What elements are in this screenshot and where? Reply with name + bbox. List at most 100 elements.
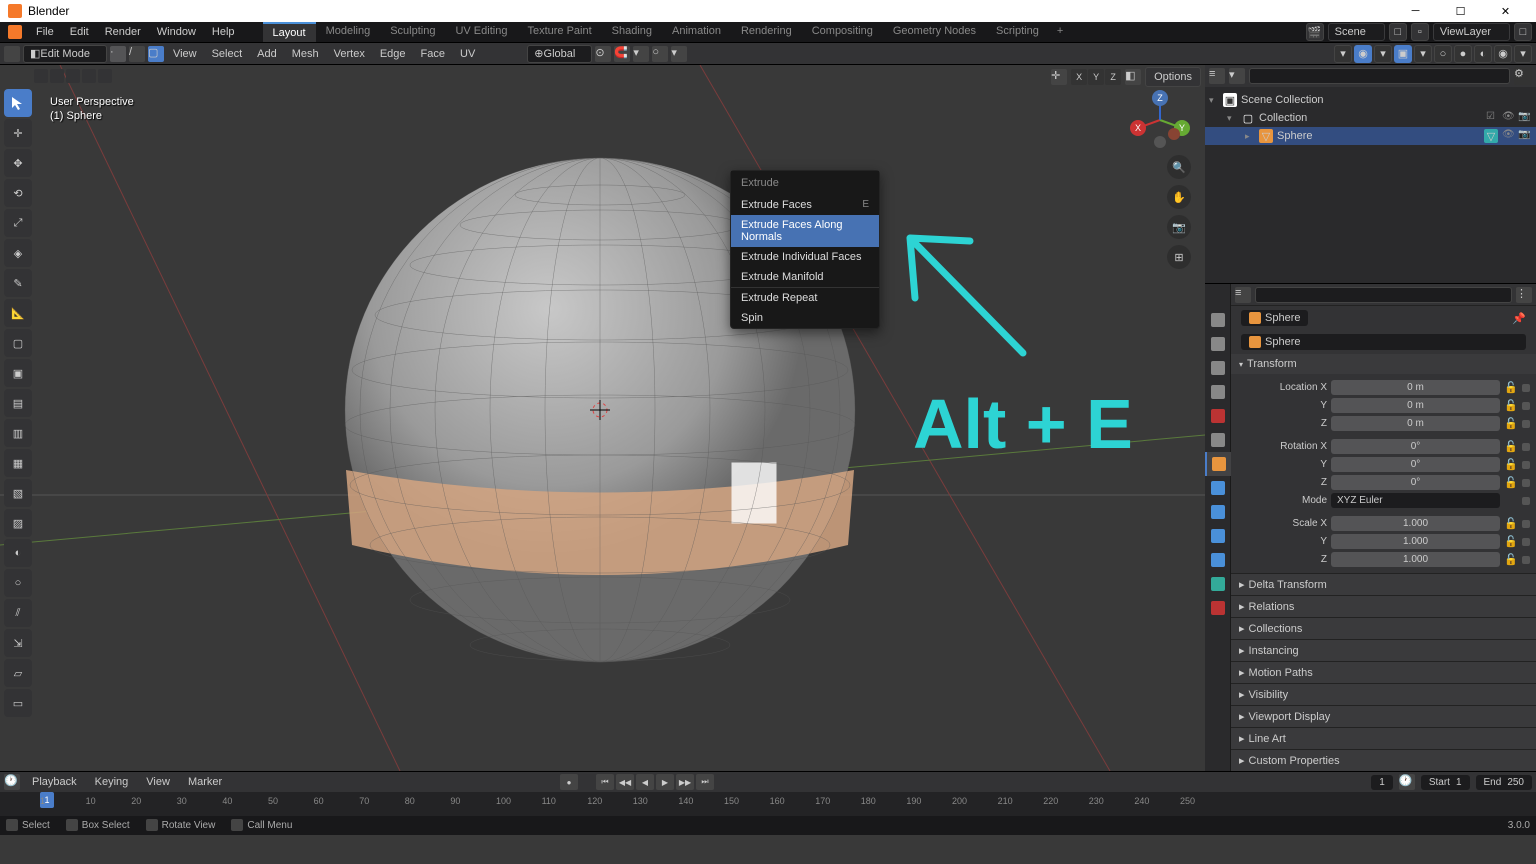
lock-icon[interactable]: 🔓 (1504, 553, 1518, 567)
workspace-sculpting[interactable]: Sculpting (380, 22, 445, 42)
workspace-geometry-nodes[interactable]: Geometry Nodes (883, 22, 986, 42)
keyframe-dot[interactable] (1522, 420, 1530, 428)
panel-line-art[interactable]: ▸Line Art (1231, 727, 1536, 749)
viewlayer-name-field[interactable]: ViewLayer (1433, 23, 1510, 41)
vertex-menu[interactable]: Vertex (328, 46, 371, 62)
panel-delta-transform[interactable]: ▸Delta Transform (1231, 573, 1536, 595)
shrink-tool[interactable]: ⇲ (4, 629, 32, 657)
play-icon[interactable]: ▶ (656, 774, 674, 790)
tab-render[interactable] (1205, 308, 1231, 332)
workspace-scripting[interactable]: Scripting (986, 22, 1049, 42)
autokey-toggle[interactable]: ● (560, 774, 578, 790)
wireframe-shading[interactable]: ○ (1434, 45, 1452, 63)
material-shading[interactable]: ◐ (1474, 45, 1492, 63)
location-x-field[interactable]: 0 m (1331, 380, 1500, 395)
tab-world[interactable] (1205, 404, 1231, 428)
scene-browse-icon[interactable]: 🎬 (1306, 23, 1324, 41)
tab-collection[interactable] (1205, 428, 1231, 452)
scale-x-field[interactable]: 1.000 (1331, 516, 1500, 531)
add-menu[interactable]: Add (251, 46, 283, 62)
show-overlays-toggle[interactable]: ◉ (1354, 45, 1372, 63)
mode-dropdown[interactable]: ◧ Edit Mode (23, 45, 107, 63)
camera-icon[interactable]: 📷 (1167, 215, 1191, 239)
pin-icon[interactable]: 📌 (1506, 308, 1532, 329)
tab-physics[interactable] (1205, 524, 1231, 548)
panel-visibility[interactable]: ▸Visibility (1231, 683, 1536, 705)
workspace-rendering[interactable]: Rendering (731, 22, 802, 42)
camera-icon[interactable]: 📷 (1518, 111, 1532, 125)
scale-y-field[interactable]: 1.000 (1331, 534, 1500, 549)
properties-search[interactable] (1255, 287, 1512, 303)
lock-icon[interactable]: 🔓 (1504, 417, 1518, 431)
timeline-marker-menu[interactable]: Marker (182, 774, 228, 790)
tab-object[interactable] (1205, 452, 1231, 476)
rotation-y-field[interactable]: 0° (1331, 457, 1500, 472)
transform-tool[interactable]: ◈ (4, 239, 32, 267)
measure-tool[interactable]: 📐 (4, 299, 32, 327)
edge-slide-tool[interactable]: ⫽ (4, 599, 32, 627)
keyframe-next-icon[interactable]: ▶▶ (676, 774, 694, 790)
panel-custom-properties[interactable]: ▸Custom Properties (1231, 749, 1536, 771)
face-menu[interactable]: Face (415, 46, 451, 62)
extrude-tool[interactable]: ▣ (4, 359, 32, 387)
maximize-button[interactable]: ☐ (1438, 0, 1483, 22)
properties-options-icon[interactable]: ⋮ (1516, 287, 1532, 303)
spin-tool[interactable]: ◐ (4, 539, 32, 567)
tab-mesh[interactable] (1205, 572, 1231, 596)
face-select-mode[interactable]: ▢ (148, 46, 164, 62)
menu-extrude-repeat[interactable]: Extrude Repeat (731, 287, 879, 308)
jump-end-icon[interactable]: ⏭ (696, 774, 714, 790)
breadcrumb-object[interactable]: Sphere (1241, 310, 1308, 326)
mesh-display-dropdown[interactable]: ▾ (1334, 45, 1352, 63)
end-frame-field[interactable]: End 250 (1476, 775, 1532, 790)
menu-extrude-along-normals[interactable]: Extrude Faces Along Normals (731, 215, 879, 247)
keyframe-dot[interactable] (1522, 402, 1530, 410)
camera-icon[interactable]: 📷 (1518, 129, 1532, 143)
workspace-layout[interactable]: Layout (263, 22, 316, 42)
keyframe-dot[interactable] (1522, 479, 1530, 487)
inset-tool[interactable]: ▤ (4, 389, 32, 417)
axis-x-badge[interactable]: X (1071, 69, 1087, 85)
keyframe-prev-icon[interactable]: ◀◀ (616, 774, 634, 790)
viewlayer-browse-icon[interactable]: ▫ (1411, 23, 1429, 41)
viewlayer-new-button[interactable]: □ (1514, 23, 1532, 41)
mesh-menu[interactable]: Mesh (286, 46, 325, 62)
tab-modifiers[interactable] (1205, 476, 1231, 500)
gizmo-toggle[interactable]: ✛ (1051, 69, 1067, 85)
cursor-tool[interactable]: ✛ (4, 119, 32, 147)
minimize-button[interactable]: ─ (1393, 0, 1438, 22)
snap-element-dropdown[interactable]: ▾ (633, 46, 649, 62)
start-frame-field[interactable]: Start 1 (1421, 775, 1470, 790)
select-mode-3[interactable] (66, 69, 80, 83)
rotation-x-field[interactable]: 0° (1331, 439, 1500, 454)
chevron-right-icon[interactable]: ▸ (1245, 131, 1255, 142)
lock-icon[interactable]: 🔓 (1504, 535, 1518, 549)
menu-window[interactable]: Window (149, 24, 204, 40)
zoom-icon[interactable]: 🔍 (1167, 155, 1191, 179)
proportional-toggle[interactable]: ○ (652, 46, 668, 62)
axis-y-badge[interactable]: Y (1088, 69, 1104, 85)
lock-icon[interactable]: 🔓 (1504, 381, 1518, 395)
proportional-falloff-dropdown[interactable]: ▾ (671, 46, 687, 62)
eye-icon[interactable]: 👁 (1502, 129, 1516, 143)
rotation-mode-dropdown[interactable]: XYZ Euler (1331, 493, 1500, 508)
workspace-uv-editing[interactable]: UV Editing (445, 22, 517, 42)
outliner-display-mode[interactable]: ▾ (1229, 68, 1245, 84)
scene-name-field[interactable]: Scene (1328, 23, 1385, 41)
orientation-dropdown[interactable]: ⊕ Global (527, 45, 592, 63)
rotate-tool[interactable]: ⟲ (4, 179, 32, 207)
lock-icon[interactable]: 🔓 (1504, 399, 1518, 413)
timeline-playback-menu[interactable]: Playback (26, 774, 83, 790)
move-tool[interactable]: ✥ (4, 149, 32, 177)
eye-icon[interactable]: 👁 (1502, 111, 1516, 125)
workspace-modeling[interactable]: Modeling (316, 22, 381, 42)
select-mode-1[interactable] (34, 69, 48, 83)
tree-scene-collection[interactable]: ▾ ▣ Scene Collection (1205, 91, 1536, 109)
shading-mode-icon[interactable]: ◧ (1125, 69, 1141, 85)
timeline-keying-menu[interactable]: Keying (89, 774, 135, 790)
timeline-editor-icon[interactable]: 🕐 (4, 774, 20, 790)
outliner-search-input[interactable] (1249, 68, 1510, 84)
chevron-down-icon[interactable]: ▾ (1227, 113, 1237, 124)
properties-editor-icon[interactable]: ≡ (1235, 287, 1251, 303)
menu-spin[interactable]: Spin (731, 308, 879, 328)
